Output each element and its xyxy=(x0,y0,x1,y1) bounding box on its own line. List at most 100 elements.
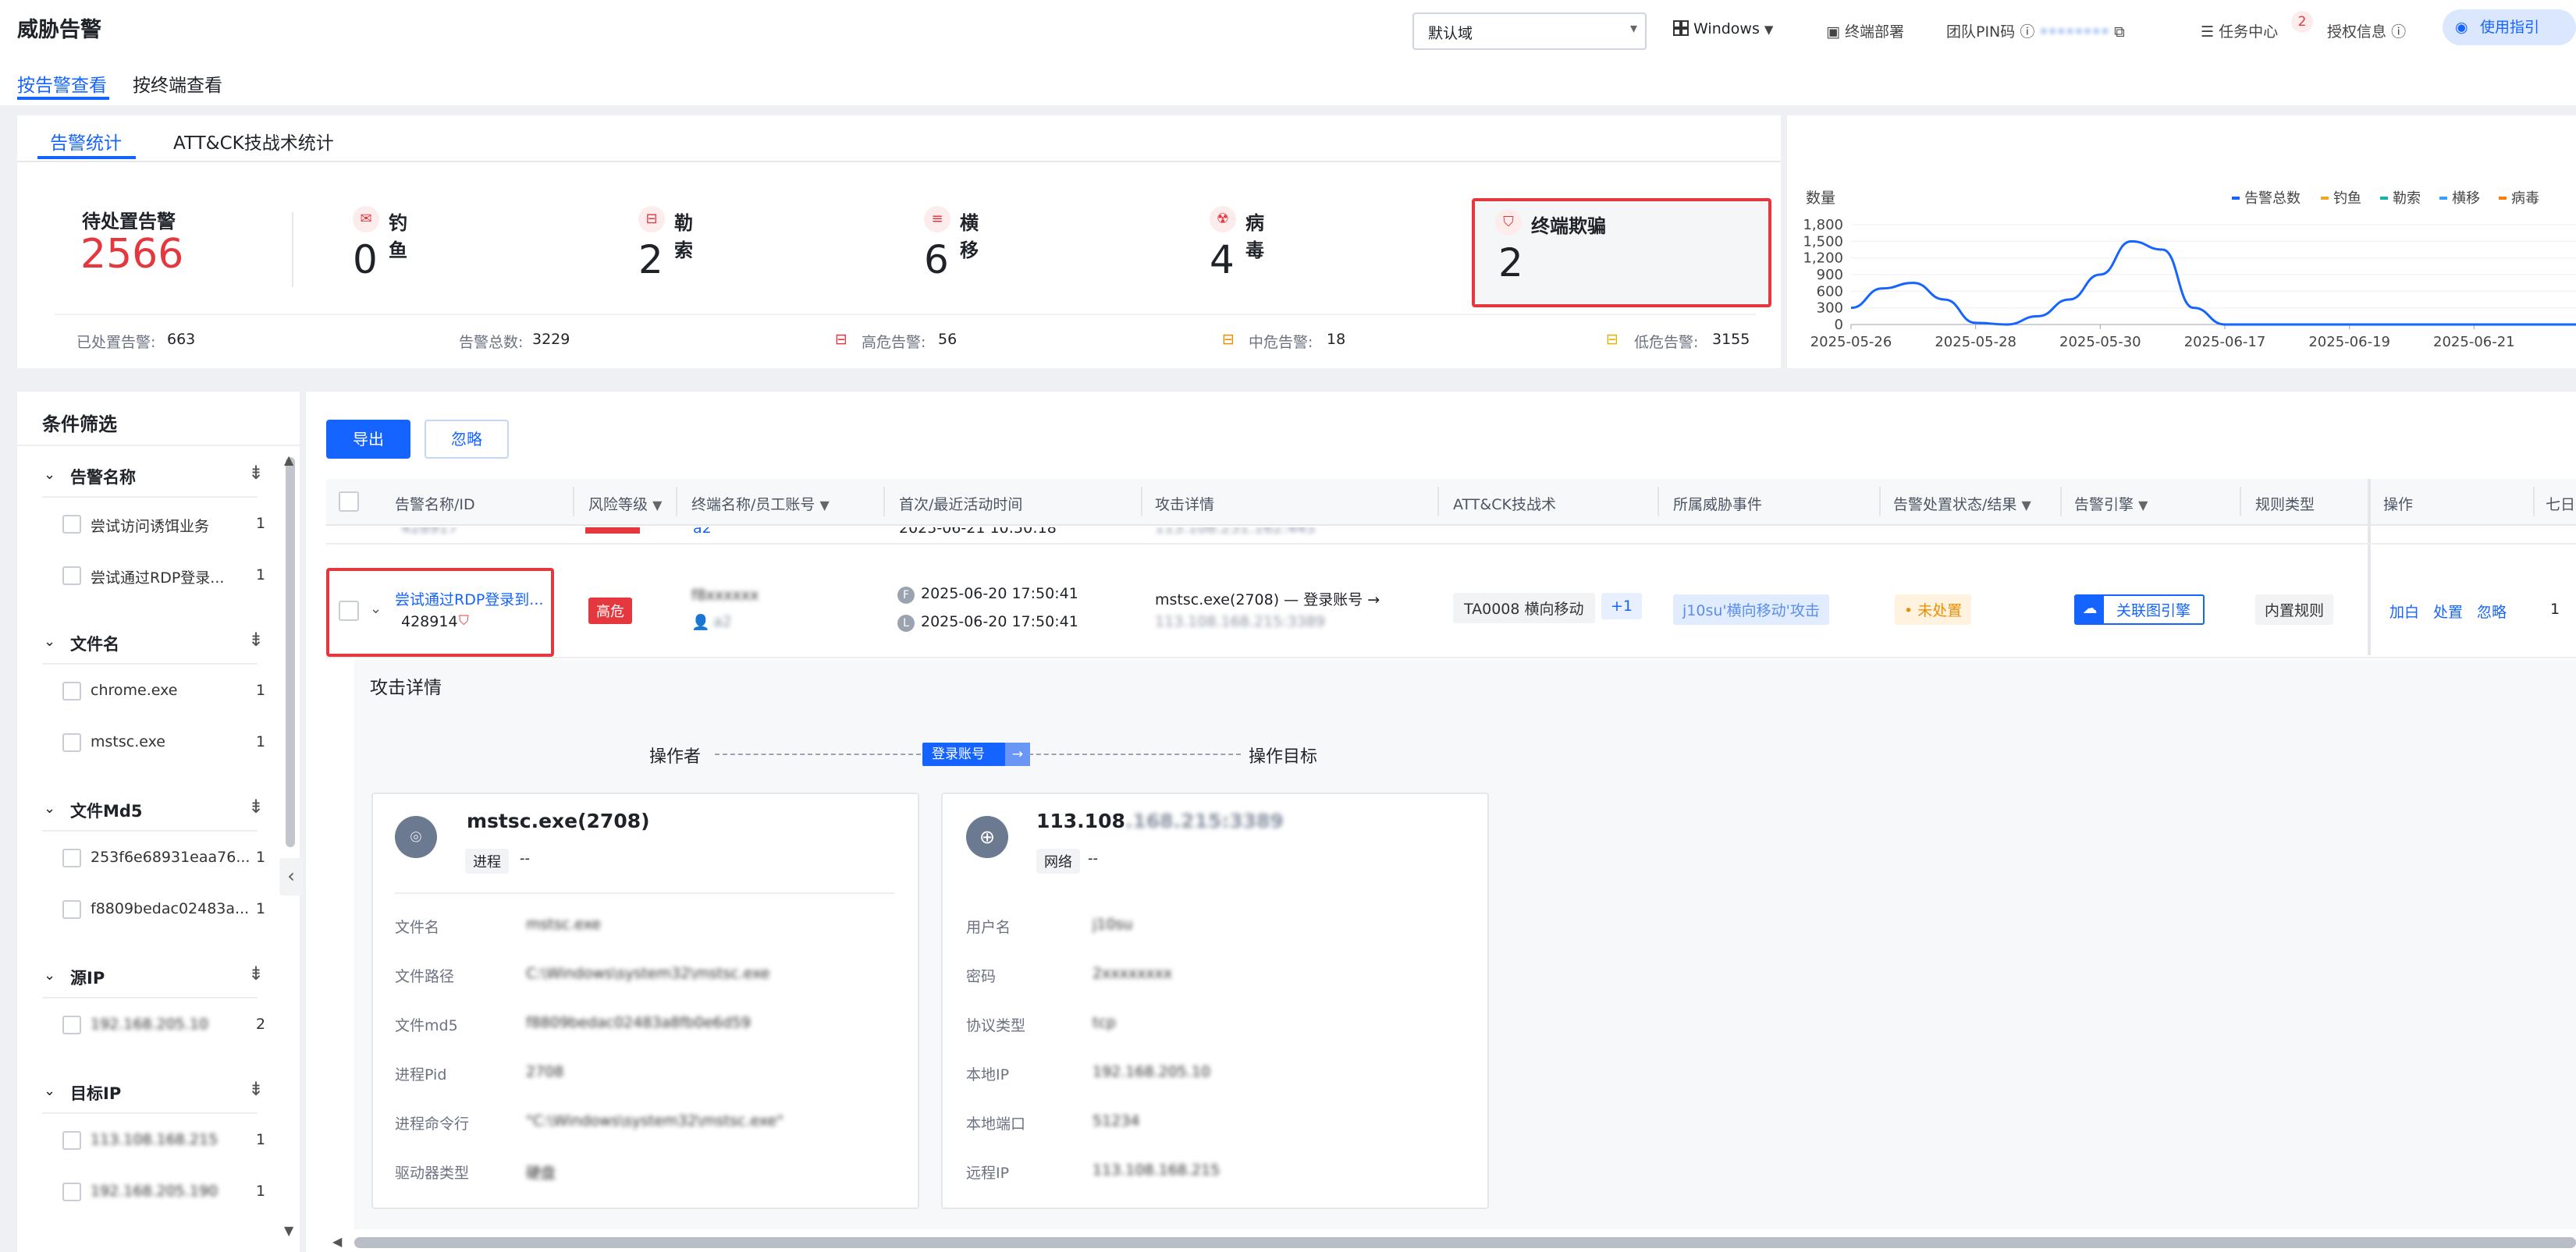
col-status[interactable]: 告警处置状态/结果 ▼ xyxy=(1893,493,2031,514)
chevron-down-icon[interactable]: ⌄ xyxy=(44,466,55,483)
scroll-left-icon[interactable]: ◀ xyxy=(332,1234,342,1249)
chevron-down-icon[interactable]: ⌄ xyxy=(44,633,55,650)
sort-icon[interactable]: ⇟ xyxy=(248,1078,264,1100)
monitor-icon: ▣ xyxy=(1826,23,1840,41)
filter-checkbox[interactable] xyxy=(62,1016,81,1034)
task-center-link[interactable]: ☰ 任务中心 xyxy=(2201,20,2278,41)
tab-alert-stats[interactable]: 告警统计 xyxy=(50,128,122,154)
y-tick-label: 300 xyxy=(1817,300,1843,317)
field-key: 文件路径 xyxy=(395,968,455,985)
os-select[interactable]: Windows ▼ xyxy=(1673,20,1773,37)
filter-option-label[interactable]: 尝试通过RDP登录... xyxy=(91,566,224,587)
filter-option-count: 1 xyxy=(256,733,266,750)
ignore-button[interactable]: 忽略 xyxy=(425,420,509,459)
filter-option-label[interactable]: 253f6e68931eaa76... xyxy=(91,849,250,866)
sort-icon[interactable]: ⇟ xyxy=(248,462,264,484)
chevron-down-icon[interactable]: ⌄ xyxy=(44,1083,55,1099)
filter-checkbox[interactable] xyxy=(62,566,81,585)
tab-attck-stats[interactable]: ATT&CK技战术统计 xyxy=(173,128,334,154)
table-row[interactable] xyxy=(326,566,2576,657)
tab-by-alert[interactable]: 按告警查看 xyxy=(17,70,107,97)
filter-group-title[interactable]: 文件名 xyxy=(70,632,119,655)
divider xyxy=(42,830,258,832)
filter-scrollbar[interactable] xyxy=(286,457,295,847)
category-label: 病毒 xyxy=(1245,212,1264,261)
field-value: j10su xyxy=(1093,916,1133,933)
operator-card xyxy=(371,793,919,1209)
filter-group-title[interactable]: 告警名称 xyxy=(70,465,136,488)
more-tactics-tag[interactable]: +1 xyxy=(1601,593,1643,619)
filter-group-title[interactable]: 文件Md5 xyxy=(70,799,143,822)
filter-group-title[interactable]: 源IP xyxy=(70,966,105,989)
y-tick-label: 600 xyxy=(1817,283,1843,300)
col-risk[interactable]: 风险等级 ▼ xyxy=(588,493,662,514)
entity-type-tag: 网络 xyxy=(1036,849,1080,874)
domain-select[interactable]: 默认域 ▾ xyxy=(1412,12,1647,50)
graph-engine-tag[interactable]: ☁ 关联图引擎 xyxy=(2074,594,2205,625)
target-label: 操作目标 xyxy=(1249,747,1318,767)
sort-icon[interactable]: ⇟ xyxy=(248,796,264,818)
filter-checkbox[interactable] xyxy=(62,900,81,919)
legend-swatch xyxy=(2439,197,2447,200)
field-key: 驱动器类型 xyxy=(395,1165,470,1182)
filter-option-label[interactable]: mstsc.exe xyxy=(91,733,165,750)
filter-checkbox[interactable] xyxy=(62,682,81,700)
attck-tactic-tag: TA0008 横向移动 xyxy=(1453,593,1595,623)
attack-detail-line: mstsc.exe(2708) — 登录账号 → xyxy=(1155,591,1380,608)
endpoint-name[interactable]: f8xxxxxx xyxy=(691,587,759,604)
filter-group-title[interactable]: 目标IP xyxy=(70,1081,121,1105)
filter-option-label[interactable]: 113.108.168.215 xyxy=(91,1131,218,1148)
scroll-down-icon[interactable]: ▼ xyxy=(284,1223,293,1238)
field-key: 本地端口 xyxy=(966,1115,1026,1133)
collapse-sidebar-button[interactable]: ‹ xyxy=(279,858,303,896)
filter-option-label[interactable]: chrome.exe xyxy=(91,682,177,699)
whitelist-button[interactable]: 加白 xyxy=(2389,601,2419,622)
filter-checkbox[interactable] xyxy=(62,515,81,534)
chevron-down-icon[interactable]: ⌄ xyxy=(44,800,55,817)
last-activity-time: 2025-06-20 17:50:41 xyxy=(921,613,1078,630)
select-all-checkbox[interactable] xyxy=(339,491,359,512)
pending-alerts-value: 2566 xyxy=(80,231,184,278)
ignore-row-button[interactable]: 忽略 xyxy=(2477,601,2507,622)
chevron-down-icon[interactable]: ⌄ xyxy=(44,967,55,984)
sort-icon[interactable]: ⇟ xyxy=(248,963,264,984)
category-endpoint-deception[interactable]: ⛉ 终端欺骗 2 xyxy=(1472,198,1771,307)
trend-chart: 数量 1,8001,5001,20090060030002025-05-26 202… xyxy=(1803,190,2576,350)
filter-option-label[interactable]: 192.168.205.190 xyxy=(91,1183,218,1200)
task-count-badge: 2 xyxy=(2291,11,2313,33)
license-link[interactable]: 授权信息 ⓘ xyxy=(2327,20,2406,41)
employee-account[interactable]: a2 xyxy=(713,613,732,630)
chevron-down-icon: ▾ xyxy=(1629,20,1637,37)
filter-option-label[interactable]: 192.168.205.10 xyxy=(91,1016,208,1033)
filter-option-label[interactable]: 尝试访问诱饵业务 xyxy=(91,515,209,536)
filter-checkbox[interactable] xyxy=(62,1183,81,1201)
virus-icon: ☢ xyxy=(1210,206,1236,232)
filter-checkbox[interactable] xyxy=(62,849,81,867)
divider xyxy=(292,212,293,287)
alert-name-link[interactable]: 尝试通过RDP登录到... xyxy=(395,588,543,609)
handle-button[interactable]: 处置 xyxy=(2433,601,2463,622)
guide-button[interactable]: ◉ 使用指引 xyxy=(2443,9,2576,45)
scroll-up-icon[interactable]: ▲ xyxy=(284,452,293,467)
col-threat-event: 所属威胁事件 xyxy=(1673,496,1763,513)
horizontal-scrollbar[interactable] xyxy=(354,1237,2576,1248)
col-engine[interactable]: 告警引擎 ▼ xyxy=(2074,493,2148,514)
filter-checkbox[interactable] xyxy=(62,733,81,752)
y-tick-label: 1,800 xyxy=(1803,217,1843,233)
x-tick-label: 2025-05-26 xyxy=(1810,334,1892,350)
col-separator xyxy=(2240,487,2241,516)
highlighted-alert-cell xyxy=(326,568,554,657)
tab-by-endpoint[interactable]: 按终端查看 xyxy=(133,70,222,97)
filter-option-count: 1 xyxy=(256,900,266,917)
copy-icon[interactable]: ⧉ xyxy=(2114,23,2125,41)
filter-option-count: 1 xyxy=(256,849,266,866)
threat-event-link[interactable]: j10su'横向移动'攻击 xyxy=(1673,594,1829,625)
col-endpoint[interactable]: 终端名称/员工账号 ▼ xyxy=(691,493,830,514)
filter-option-label[interactable]: f8809bedac02483a... xyxy=(91,900,249,917)
export-button[interactable]: 导出 xyxy=(326,420,410,459)
filter-title: 条件筛选 xyxy=(42,413,117,435)
sort-icon[interactable]: ⇟ xyxy=(248,629,264,651)
filter-checkbox[interactable] xyxy=(62,1131,81,1150)
deploy-link[interactable]: ▣ 终端部署 xyxy=(1826,20,1904,41)
col-separator xyxy=(1437,487,1439,516)
